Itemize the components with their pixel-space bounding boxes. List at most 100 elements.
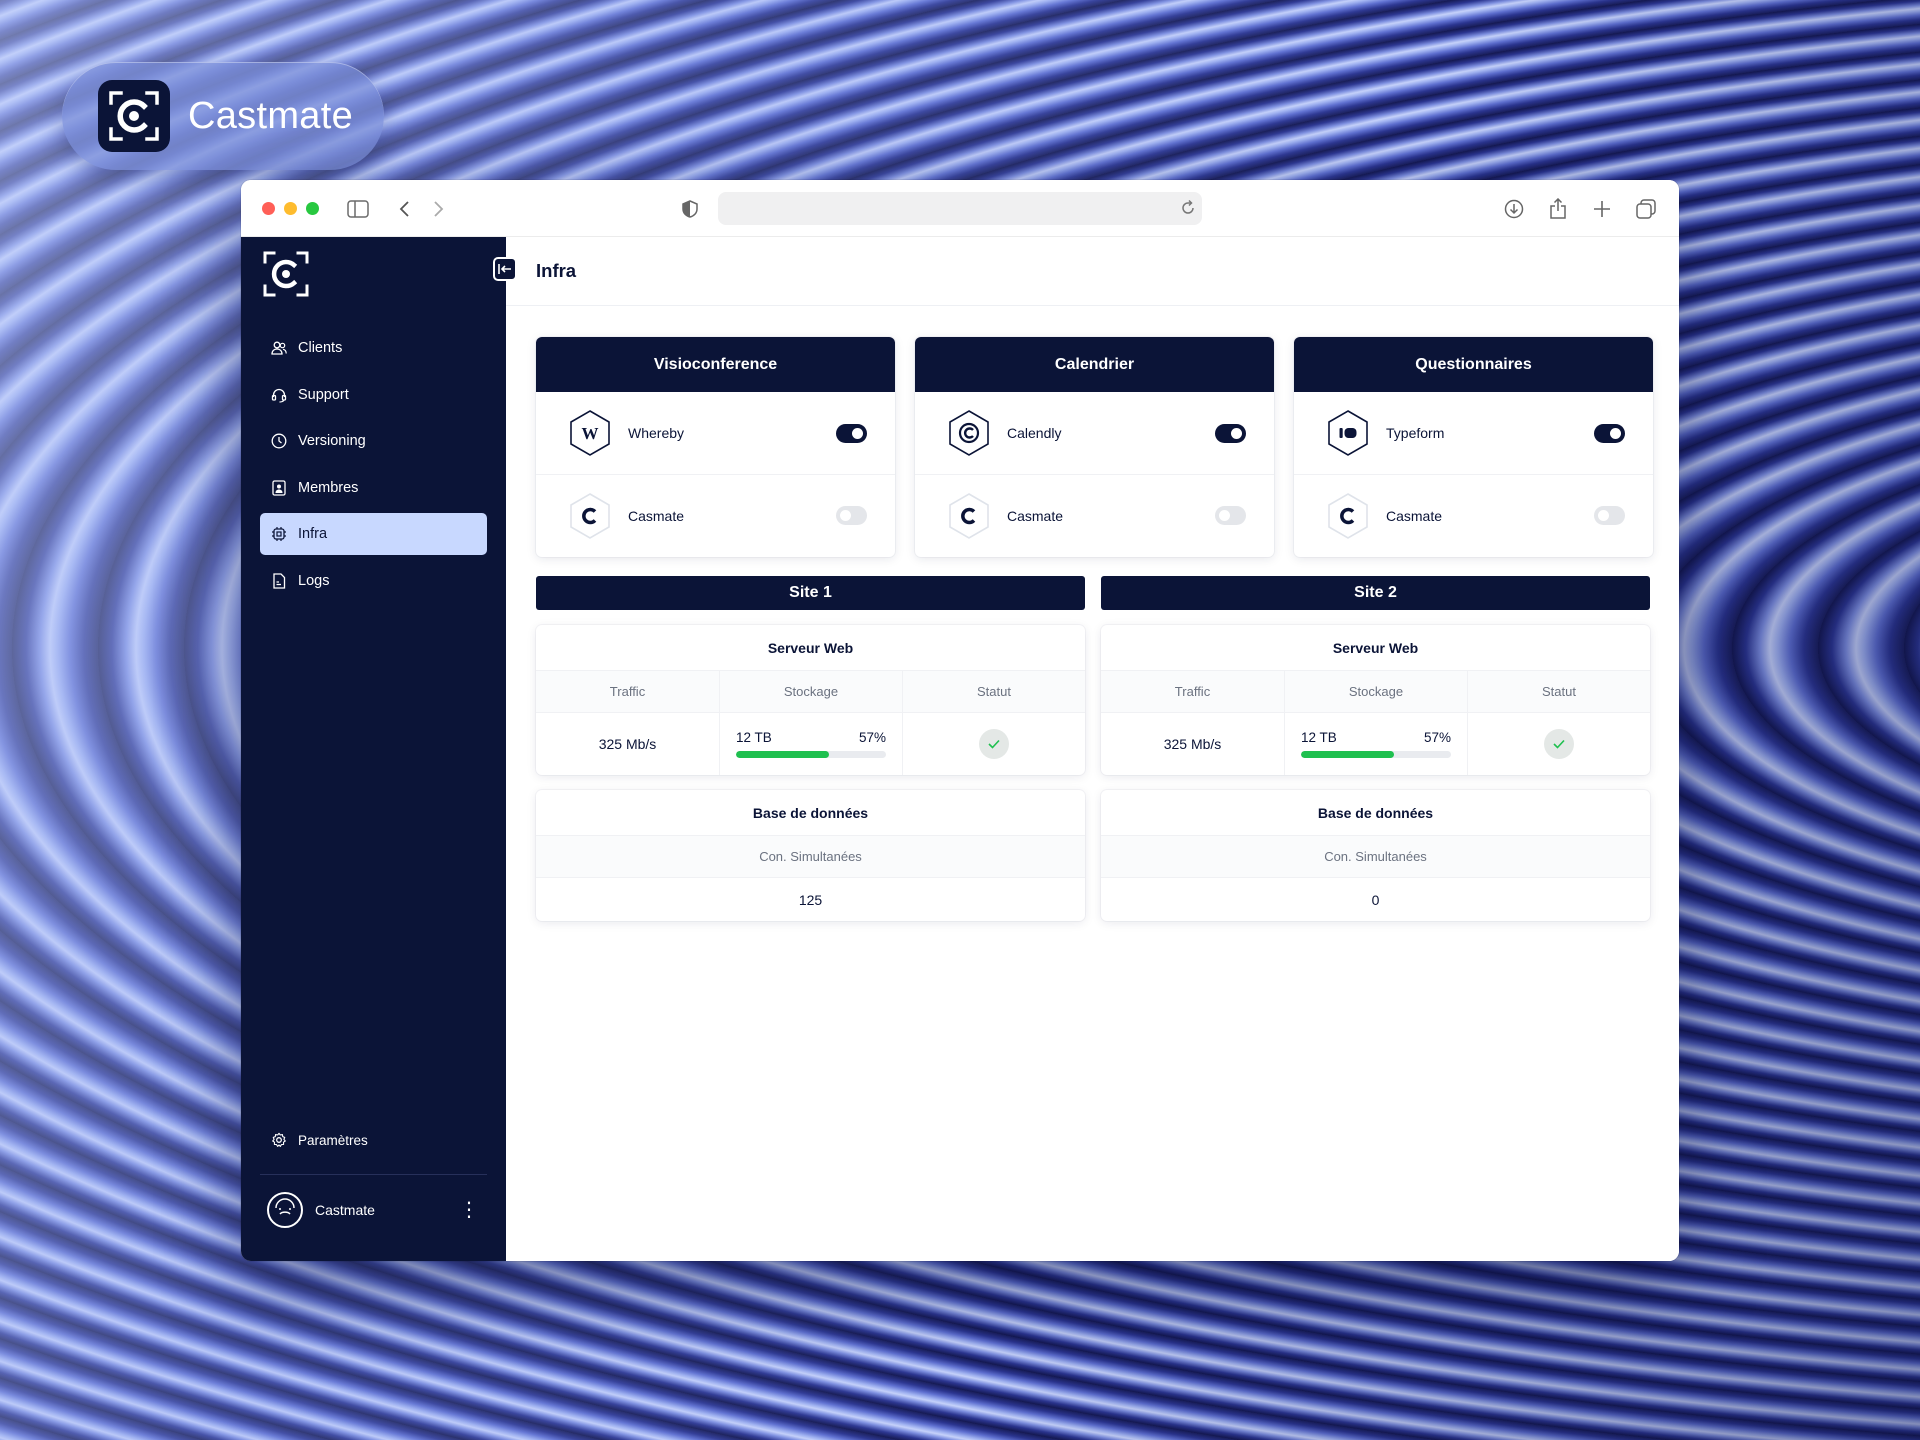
provider-row: Typeform: [1294, 392, 1653, 474]
sidebar-item-label: Logs: [298, 572, 330, 589]
sidebar-item-label: Infra: [298, 526, 328, 542]
collapse-sidebar-button[interactable]: [493, 257, 517, 281]
sidebar-item-label: Membres: [298, 479, 359, 496]
site-title: Site 2: [1101, 576, 1650, 610]
sites-section: Site 1 Serveur Web Traffic Stockage Stat…: [536, 576, 1650, 921]
connections-value: 0: [1371, 891, 1380, 908]
address-bar[interactable]: [718, 192, 1202, 225]
brand-name: Castmate: [188, 94, 354, 137]
database-panel: Base de données Con. Simultanées 0: [1101, 790, 1650, 921]
sidebar-item-label: Versioning: [298, 433, 366, 449]
casmate-logo-icon: [949, 492, 989, 539]
column-header: Stockage: [1284, 670, 1467, 713]
provider-toggle[interactable]: [836, 423, 867, 443]
storage-progress-bar: [736, 751, 886, 758]
provider-name: Casmate: [1386, 507, 1443, 524]
column-header: Con. Simultanées: [536, 835, 1085, 878]
status-ok-icon: [1544, 729, 1574, 759]
provider-toggle[interactable]: [1215, 506, 1246, 525]
provider-toggle[interactable]: [1215, 423, 1246, 443]
download-icon[interactable]: [1501, 196, 1527, 222]
maximize-window-button[interactable]: [306, 202, 319, 215]
sidebar-item-membres[interactable]: Membres: [260, 467, 487, 509]
status-ok-icon: [979, 729, 1009, 759]
integration-categories: Visioconference W Whereby Casmate Calend…: [536, 337, 1653, 557]
category-card-calendrier: Calendrier Calendly Casmate: [915, 337, 1274, 557]
storage-size: 12 TB: [1301, 730, 1337, 745]
provider-name: Calendly: [1007, 425, 1062, 441]
more-vertical-icon[interactable]: ⋮: [459, 1200, 485, 1220]
category-title: Calendrier: [915, 337, 1274, 392]
casmate-logo-icon: [1328, 492, 1368, 539]
category-title: Visioconference: [536, 337, 895, 392]
sidebar-item-parametres[interactable]: Paramètres: [260, 1119, 487, 1161]
tab-overview-icon[interactable]: [1633, 196, 1659, 222]
sidebar-item-logs[interactable]: Logs: [260, 560, 487, 602]
web-server-panel: Serveur Web Traffic Stockage Statut 325 …: [536, 625, 1085, 775]
reload-icon[interactable]: [1180, 199, 1196, 222]
close-window-button[interactable]: [262, 202, 275, 215]
storage-progress-bar: [1301, 751, 1451, 758]
typeform-logo-icon: [1328, 410, 1368, 456]
sidebar-nav: Clients Support Versioning Membres Infra…: [260, 327, 487, 606]
page-header: Infra: [506, 237, 1679, 306]
sidebar-item-label: Support: [298, 386, 349, 403]
site-column-1: Site 1 Serveur Web Traffic Stockage Stat…: [536, 576, 1085, 921]
sidebar-item-label: Clients: [298, 340, 343, 356]
page-title: Infra: [536, 260, 577, 281]
category-card-visioconference: Visioconference W Whereby Casmate: [536, 337, 895, 557]
avatar: [267, 1192, 303, 1228]
sidebar-settings: Paramètres: [260, 1119, 487, 1166]
panel-title: Serveur Web: [767, 639, 854, 656]
sidebar-item-support[interactable]: Support: [260, 374, 487, 416]
connections-value: 125: [798, 891, 823, 908]
storage-size: 12 TB: [736, 730, 772, 745]
provider-toggle[interactable]: [836, 506, 867, 525]
sidebar-toggle-icon[interactable]: [345, 196, 371, 222]
calendly-logo-icon: [949, 410, 989, 456]
provider-row: Casmate: [1294, 474, 1653, 556]
traffic-value: 325 Mb/s: [1163, 736, 1222, 752]
provider-row: W Whereby: [536, 392, 895, 474]
browser-window: Clients Support Versioning Membres Infra…: [241, 180, 1679, 1261]
back-icon[interactable]: [391, 196, 417, 222]
storage-progress-fill: [736, 751, 829, 758]
app-shell: Clients Support Versioning Membres Infra…: [241, 237, 1679, 1261]
sidebar-item-infra[interactable]: Infra: [260, 513, 487, 555]
castmate-logo-icon: [98, 80, 170, 152]
minimize-window-button[interactable]: [284, 202, 297, 215]
sidebar-item-clients[interactable]: Clients: [260, 327, 487, 369]
casmate-logo-icon: [570, 492, 610, 539]
column-header: Statut: [902, 670, 1085, 713]
new-tab-icon[interactable]: [1589, 196, 1615, 222]
column-header: Con. Simultanées: [1101, 835, 1650, 878]
forward-icon[interactable]: [426, 196, 452, 222]
provider-name: Typeform: [1386, 425, 1445, 441]
gear-icon: [270, 1132, 287, 1149]
privacy-shield-icon[interactable]: [677, 196, 703, 222]
status-cell: [1467, 713, 1650, 775]
provider-toggle[interactable]: [1594, 506, 1625, 525]
share-icon[interactable]: [1545, 196, 1571, 222]
category-card-questionnaires: Questionnaires Typeform Casmate: [1294, 337, 1653, 557]
site-column-2: Site 2 Serveur Web Traffic Stockage Stat…: [1101, 576, 1650, 921]
column-header: Statut: [1467, 670, 1650, 713]
storage-percent: 57%: [858, 730, 886, 745]
user-profile[interactable]: Castmate ⋮: [267, 1190, 485, 1230]
sidebar-item-versioning[interactable]: Versioning: [260, 420, 487, 462]
users-icon: [270, 340, 287, 357]
panel-title: Serveur Web: [1332, 639, 1419, 656]
storage-cell: 12 TB 57%: [719, 713, 902, 775]
status-cell: [902, 713, 1085, 775]
user-name: Castmate: [315, 1202, 375, 1218]
panel-title: Base de données: [752, 804, 869, 821]
storage-percent: 57%: [1423, 730, 1451, 745]
sidebar-logo-icon[interactable]: [261, 249, 311, 304]
settings-label: Paramètres: [298, 1132, 368, 1148]
storage-progress-fill: [1301, 751, 1394, 758]
category-title: Questionnaires: [1294, 337, 1653, 392]
whereby-logo-icon: W: [570, 410, 610, 456]
main-content: Infra Visioconference W Whereby Casmate: [506, 237, 1679, 1261]
brand-badge: Castmate: [62, 62, 384, 170]
provider-toggle[interactable]: [1594, 423, 1625, 443]
